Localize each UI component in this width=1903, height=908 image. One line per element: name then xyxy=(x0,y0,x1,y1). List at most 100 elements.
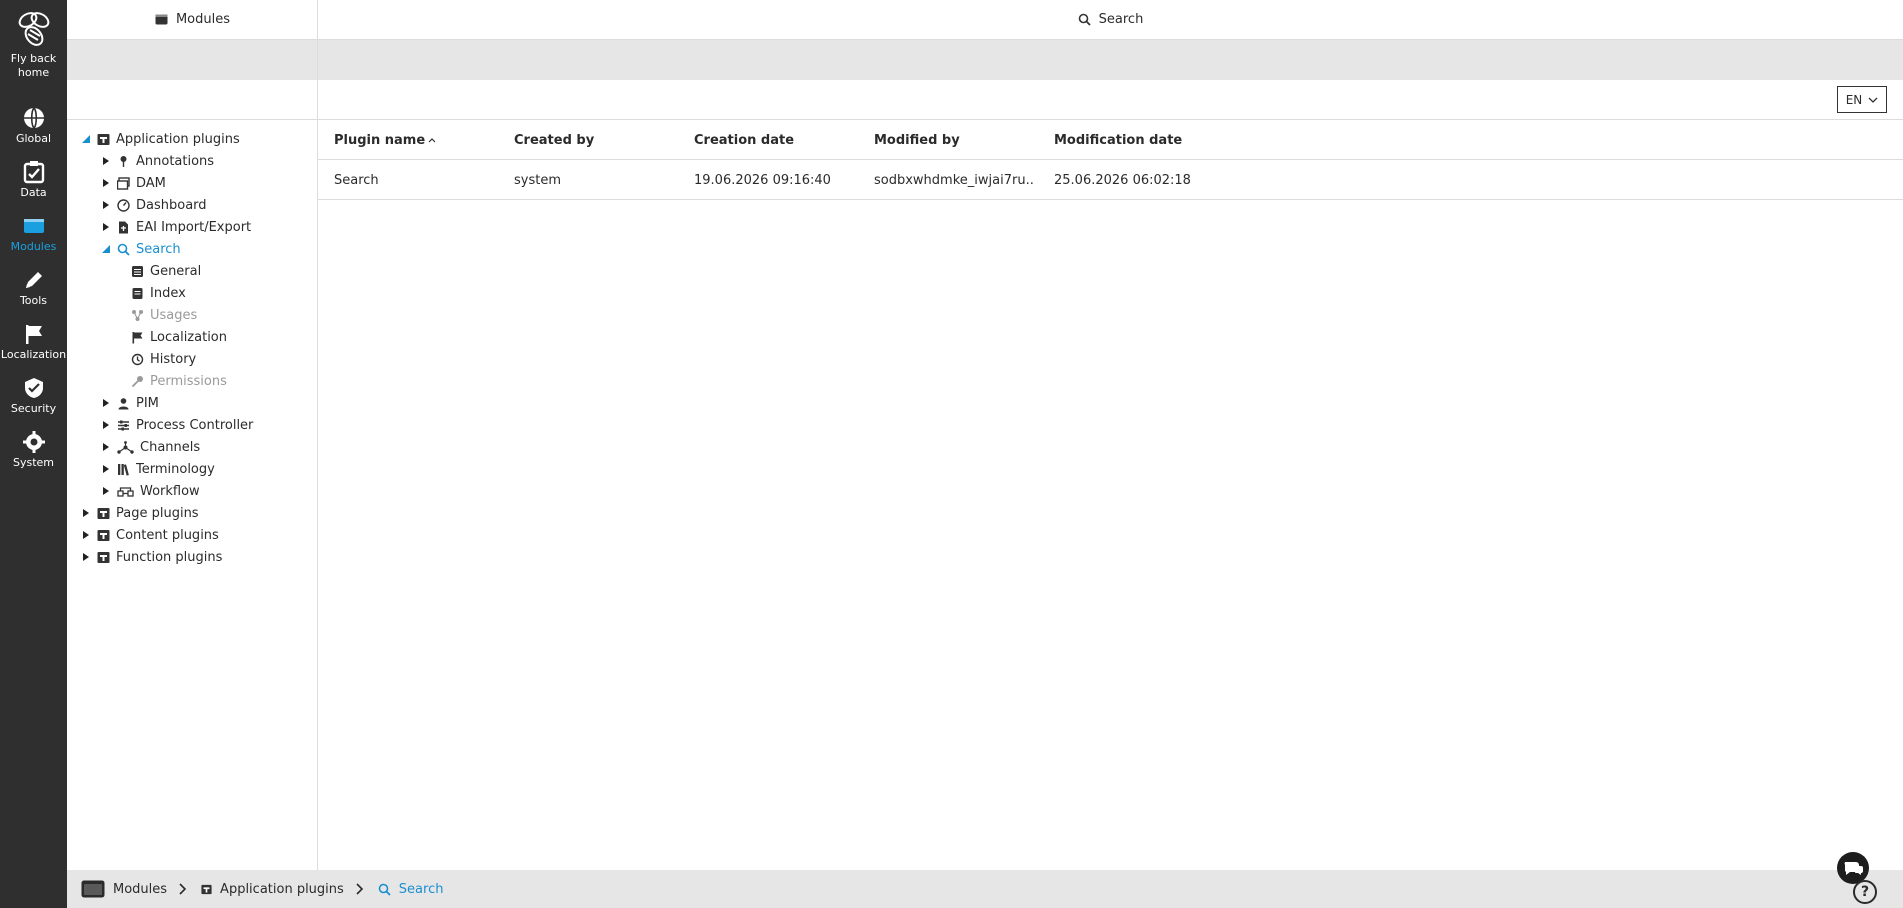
chevron-down-icon xyxy=(1868,97,1878,103)
tree-node-label: Search xyxy=(136,241,181,257)
terminology-icon xyxy=(118,463,129,476)
process-icon xyxy=(118,420,129,430)
column-header-label: Modification date xyxy=(1054,132,1183,148)
tree-node-pim[interactable]: PIM xyxy=(101,394,159,412)
cell-creation-date: 19.06.2026 09:16:40 xyxy=(694,172,831,188)
tree-node-workflow[interactable]: Workflow xyxy=(101,482,200,500)
tree-node-content-plugins[interactable]: Content plugins xyxy=(81,526,219,544)
breadcrumb-label: Modules xyxy=(113,881,168,897)
breadcrumb-item-search[interactable]: Search xyxy=(378,881,444,897)
rail-item-system[interactable]: System xyxy=(0,430,67,470)
tree-node-label: General xyxy=(150,263,202,279)
flag-icon xyxy=(132,331,143,343)
tree-node-general[interactable]: General xyxy=(131,262,201,280)
tree-node-label: Permissions xyxy=(150,373,227,389)
tree-node-usages[interactable]: Usages xyxy=(131,306,197,324)
rail-label-data: Data xyxy=(20,186,47,199)
main-toolbar xyxy=(318,40,1903,80)
tree-toolbar xyxy=(67,40,318,80)
collapsed-triangle-icon xyxy=(103,465,109,473)
column-header-creation-date[interactable]: Creation date xyxy=(694,120,864,160)
collapsed-triangle-icon xyxy=(103,157,109,165)
file-icon xyxy=(119,221,128,233)
tree-node-label: Terminology xyxy=(136,461,215,477)
collapsed-triangle-icon xyxy=(103,201,109,209)
rail-item-global[interactable]: Global xyxy=(0,106,67,146)
tree-node-permissions[interactable]: Permissions xyxy=(131,372,227,390)
search-icon xyxy=(117,243,130,256)
column-header-modified-by[interactable]: Modified by xyxy=(874,120,1034,160)
tree-node-index[interactable]: Index xyxy=(131,284,186,302)
cell-created-by: system xyxy=(514,172,561,188)
cell-modified-by: sodbxwhdmke_iwjai7ru... xyxy=(874,172,1034,188)
collapsed-triangle-icon xyxy=(83,553,89,561)
breadcrumb-item-modules[interactable]: Modules xyxy=(81,880,167,898)
rail-label-localization: Localization xyxy=(0,348,67,361)
column-header-modification-date[interactable]: Modification date xyxy=(1054,120,1224,160)
collapsed-triangle-icon xyxy=(103,179,109,187)
tree-pane-header: Modules xyxy=(67,0,318,40)
tree-node-eai-import-export[interactable]: EAI Import/Export xyxy=(101,218,251,236)
help-button[interactable]: ? xyxy=(1853,880,1877,904)
tree-node-history[interactable]: History xyxy=(131,350,196,368)
collapsed-triangle-icon xyxy=(83,509,89,517)
table-row[interactable]: Search system 19.06.2026 09:16:40 sodbxw… xyxy=(318,160,1903,200)
tree-node-label: Dashboard xyxy=(136,197,207,213)
tree-node-localization[interactable]: Localization xyxy=(131,328,227,346)
collapsed-triangle-icon xyxy=(103,421,109,429)
tree-node-label: History xyxy=(150,351,197,367)
tree-node-label: Index xyxy=(150,285,186,301)
main-pane-title: Search xyxy=(1098,12,1144,27)
usages-icon xyxy=(132,309,143,321)
tree-node-label: EAI Import/Export xyxy=(136,219,252,235)
cell-plugin-name: Search xyxy=(334,172,379,188)
nav-rail: Fly back home Global Data Modules Tools … xyxy=(0,0,67,908)
rail-label-tools: Tools xyxy=(19,294,48,307)
modules-icon xyxy=(81,880,105,898)
tree-node-dam[interactable]: DAM xyxy=(101,174,166,192)
main-pane-header: Search xyxy=(318,0,1903,40)
tree-subbar xyxy=(67,80,318,120)
breadcrumb-label: Search xyxy=(398,881,444,897)
breadcrumb-item-application-plugins[interactable]: Application plugins xyxy=(201,882,344,897)
column-header-label: Plugin name xyxy=(334,132,426,148)
home-button[interactable]: Fly back home xyxy=(0,8,67,80)
rail-item-data[interactable]: Data xyxy=(0,160,67,200)
language-select[interactable]: EN xyxy=(1837,86,1887,113)
rail-label-modules: Modules xyxy=(10,240,57,253)
tree-node-page-plugins[interactable]: Page plugins xyxy=(81,504,199,522)
column-header-created-by[interactable]: Created by xyxy=(514,120,684,160)
tree-node-function-plugins[interactable]: Function plugins xyxy=(81,548,222,566)
tree-node-search[interactable]: Search xyxy=(101,240,181,258)
chevron-right-icon xyxy=(179,883,187,895)
breadcrumb-label: Application plugins xyxy=(220,881,344,897)
tree-node-application-plugins[interactable]: Application plugins xyxy=(81,130,240,148)
tree-node-terminology[interactable]: Terminology xyxy=(101,460,215,478)
column-header-label: Modified by xyxy=(874,132,960,148)
tree-node-label: Process Controller xyxy=(136,417,254,433)
column-header-label: Created by xyxy=(514,132,595,148)
rail-item-modules[interactable]: Modules xyxy=(0,214,67,254)
tree-node-channels[interactable]: Channels xyxy=(101,438,200,456)
tree-node-dashboard[interactable]: Dashboard xyxy=(101,196,207,214)
table-header: Plugin name Created by Creation date Mod… xyxy=(318,120,1903,160)
column-header-plugin-name[interactable]: Plugin name xyxy=(334,120,504,160)
dam-icon xyxy=(117,176,130,190)
plugin-icon xyxy=(97,551,110,563)
rail-item-localization[interactable]: Localization xyxy=(0,322,67,362)
tree-node-label: Application plugins xyxy=(116,131,240,147)
tree-node-label: Page plugins xyxy=(116,505,199,521)
bee-logo-icon xyxy=(18,12,49,46)
cell-modification-date: 25.06.2026 06:02:18 xyxy=(1054,172,1191,188)
rail-label-system: System xyxy=(12,456,55,469)
tree-node-process-controller[interactable]: Process Controller xyxy=(101,416,253,434)
plugin-icon xyxy=(201,884,212,894)
tree-node-label: DAM xyxy=(136,175,166,191)
rail-item-tools[interactable]: Tools xyxy=(0,268,67,308)
main-subbar: EN xyxy=(318,80,1903,120)
rail-item-security[interactable]: Security xyxy=(0,376,67,416)
collapsed-triangle-icon xyxy=(103,399,109,407)
tree-node-annotations[interactable]: Annotations xyxy=(101,152,214,170)
globe-icon xyxy=(23,107,44,129)
rail-label-security: Security xyxy=(10,402,57,415)
